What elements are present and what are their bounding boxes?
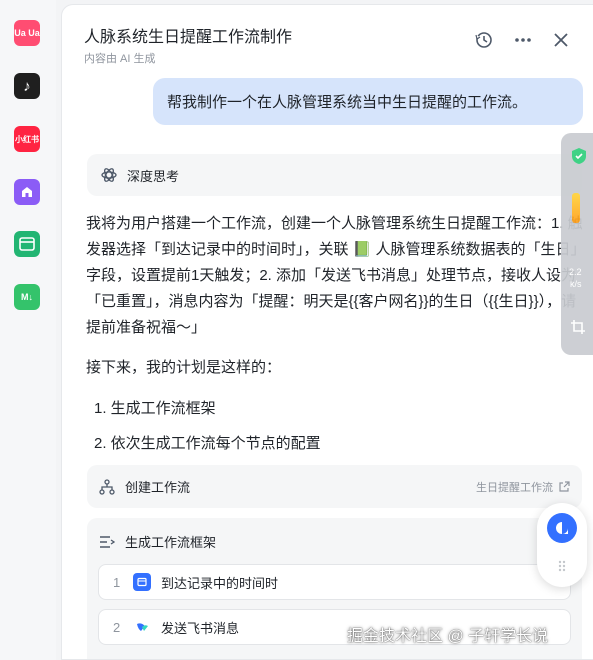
- chat-panel: 人脉系统生日提醒工作流制作 内容由 AI 生成 帮我制作一个在人脉管理系统当中生…: [61, 4, 593, 660]
- page-title: 人脉系统生日提醒工作流制作: [84, 29, 293, 46]
- thinking-label: 深度思考: [127, 168, 180, 184]
- open-workflow-link[interactable]: 生日提醒工作流: [476, 479, 570, 495]
- workflow-node[interactable]: 1 到达记录中的时间时: [98, 564, 571, 600]
- more-button[interactable]: [512, 29, 534, 51]
- node-number: 2: [113, 619, 121, 635]
- close-button[interactable]: [550, 29, 572, 51]
- floating-toolbar[interactable]: 2.2 k/s: [561, 133, 593, 355]
- external-link-icon: [559, 481, 570, 492]
- plan-item: 1. 生成工作流框架: [94, 400, 216, 417]
- history-button[interactable]: [473, 29, 495, 51]
- more-icon: [515, 38, 531, 42]
- shield-icon: [572, 148, 586, 164]
- generate-framework-header: 生成工作流框架: [99, 532, 216, 551]
- panel-header: 人脉系统生日提醒工作流制作 内容由 AI 生成: [84, 23, 292, 66]
- app-logo-icon[interactable]: Ua Ua: [14, 20, 40, 46]
- assistant-fab[interactable]: [537, 503, 587, 587]
- speed-unit: k/s: [570, 279, 582, 289]
- create-workflow-label: 创建工作流: [125, 480, 191, 495]
- plan-item: 2. 依次生成工作流每个节点的配置: [94, 435, 321, 452]
- calendar-icon[interactable]: [14, 231, 40, 257]
- close-icon: [554, 33, 568, 47]
- drag-handle-icon: [558, 560, 566, 572]
- crop-icon: [571, 320, 585, 334]
- node-label: 到达记录中的时间时: [161, 575, 279, 591]
- workflow-icon: [99, 478, 115, 495]
- calendar-trigger-icon: [133, 573, 151, 591]
- tiktok-icon[interactable]: ♪: [14, 73, 40, 99]
- chat-bubble-icon: [547, 513, 577, 543]
- assistant-answer: 我将为用户搭建一个工作流，创建一个人脉管理系统生日提醒工作流：1. 触发器选择「…: [86, 215, 586, 336]
- node-number: 1: [113, 574, 121, 590]
- house-icon[interactable]: [14, 179, 40, 205]
- speed-text: 2.2: [569, 267, 582, 277]
- feishu-message-icon: [133, 618, 151, 636]
- generate-framework-label: 生成工作流框架: [125, 535, 217, 550]
- workflow-link-text: 生日提醒工作流: [476, 482, 553, 494]
- user-message-bubble: 帮我制作一个在人脉管理系统当中生日提醒的工作流。: [153, 78, 583, 125]
- deep-thinking-toggle[interactable]: 深度思考: [87, 154, 582, 196]
- create-workflow-card[interactable]: 创建工作流 生日提醒工作流: [87, 465, 582, 508]
- left-app-rail: Ua Ua ♪ 小红书 M↓: [0, 0, 56, 660]
- ai-generated-note: 内容由 AI 生成: [84, 53, 156, 65]
- markdown-icon[interactable]: M↓: [14, 284, 40, 310]
- xiaohongshu-icon[interactable]: 小红书: [14, 126, 40, 152]
- history-icon: [475, 32, 492, 48]
- watermark: 掘金技术社区 @ 子轩学长说: [347, 628, 549, 645]
- atom-icon: [101, 168, 117, 182]
- plan-intro: 接下来，我的计划是这样的：: [86, 359, 282, 376]
- level-meter: [572, 193, 580, 223]
- node-label: 发送飞书消息: [161, 620, 240, 636]
- list-icon: [100, 535, 115, 548]
